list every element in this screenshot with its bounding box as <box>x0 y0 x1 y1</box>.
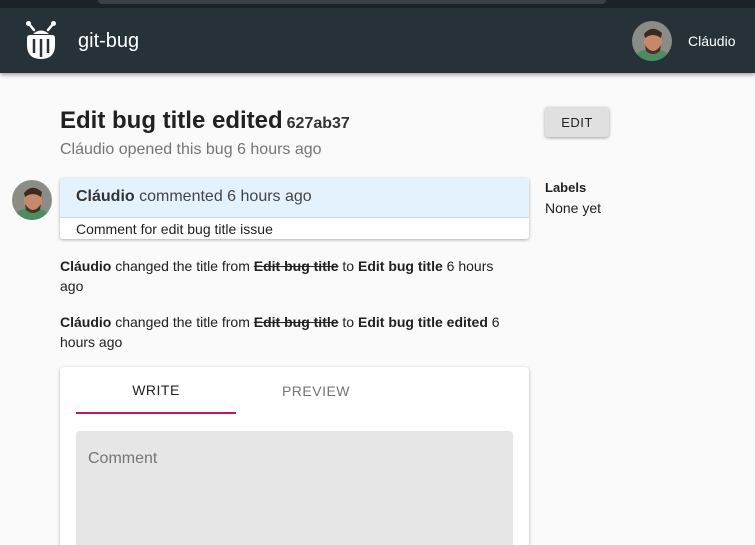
comment-body: Comment for edit bug title issue <box>76 221 273 237</box>
title-change-event: Cláudio changed the title from Edit bug … <box>60 256 520 296</box>
bug-id: 627ab37 <box>286 115 350 132</box>
bug-meta: Cláudio opened this bug 6 hours ago <box>60 141 322 159</box>
bug-opened-time: 6 hours ago <box>237 141 322 158</box>
tab-write[interactable]: WRITE <box>76 367 236 414</box>
comment-placeholder: Comment <box>88 450 158 467</box>
labels-heading: Labels <box>545 180 587 195</box>
event-author: Cláudio <box>60 258 112 274</box>
tab-preview[interactable]: PREVIEW <box>236 367 396 414</box>
event-text: changed the title from <box>115 314 250 330</box>
user-name[interactable]: Cláudio <box>688 33 735 49</box>
event-author: Cláudio <box>60 314 112 330</box>
event-old-title: Edit bug title <box>253 314 339 330</box>
edit-button[interactable]: EDIT <box>545 107 609 137</box>
git-bug-logo-icon[interactable] <box>24 21 58 61</box>
event-text-to: to <box>342 314 355 330</box>
event-text-to: to <box>342 258 355 274</box>
bug-title-text: Edit bug title edited <box>60 107 283 134</box>
comment-card: Cláudio commented 6 hours ago Comment fo… <box>60 178 529 239</box>
event-old-title: Edit bug title <box>253 258 339 274</box>
event-new-title: Edit bug title edited <box>358 314 488 330</box>
comment-time: 6 hours ago <box>227 188 312 205</box>
bug-opened-text: opened this bug <box>118 141 233 158</box>
event-new-title: Edit bug title <box>358 258 443 274</box>
event-text: changed the title from <box>115 258 250 274</box>
comment-author: Cláudio <box>76 188 135 205</box>
user-avatar[interactable] <box>632 21 672 61</box>
labels-value: None yet <box>545 200 602 216</box>
bug-author: Cláudio <box>60 141 115 158</box>
app-title[interactable]: git-bug <box>78 30 139 53</box>
browser-top-strip <box>0 0 755 8</box>
app-bar: git-bug Cláudio <box>0 8 755 73</box>
bug-title: Edit bug title edited 627ab37 <box>60 107 350 135</box>
comment-action: commented <box>139 188 223 205</box>
comment-form: WRITE PREVIEW Comment <box>60 367 529 545</box>
title-change-event: Cláudio changed the title from Edit bug … <box>60 312 520 352</box>
comment-author-avatar <box>12 180 52 220</box>
comment-header: Cláudio commented 6 hours ago <box>60 178 529 218</box>
top-scroll-indicator <box>98 0 606 4</box>
comment-input[interactable]: Comment <box>76 431 513 545</box>
